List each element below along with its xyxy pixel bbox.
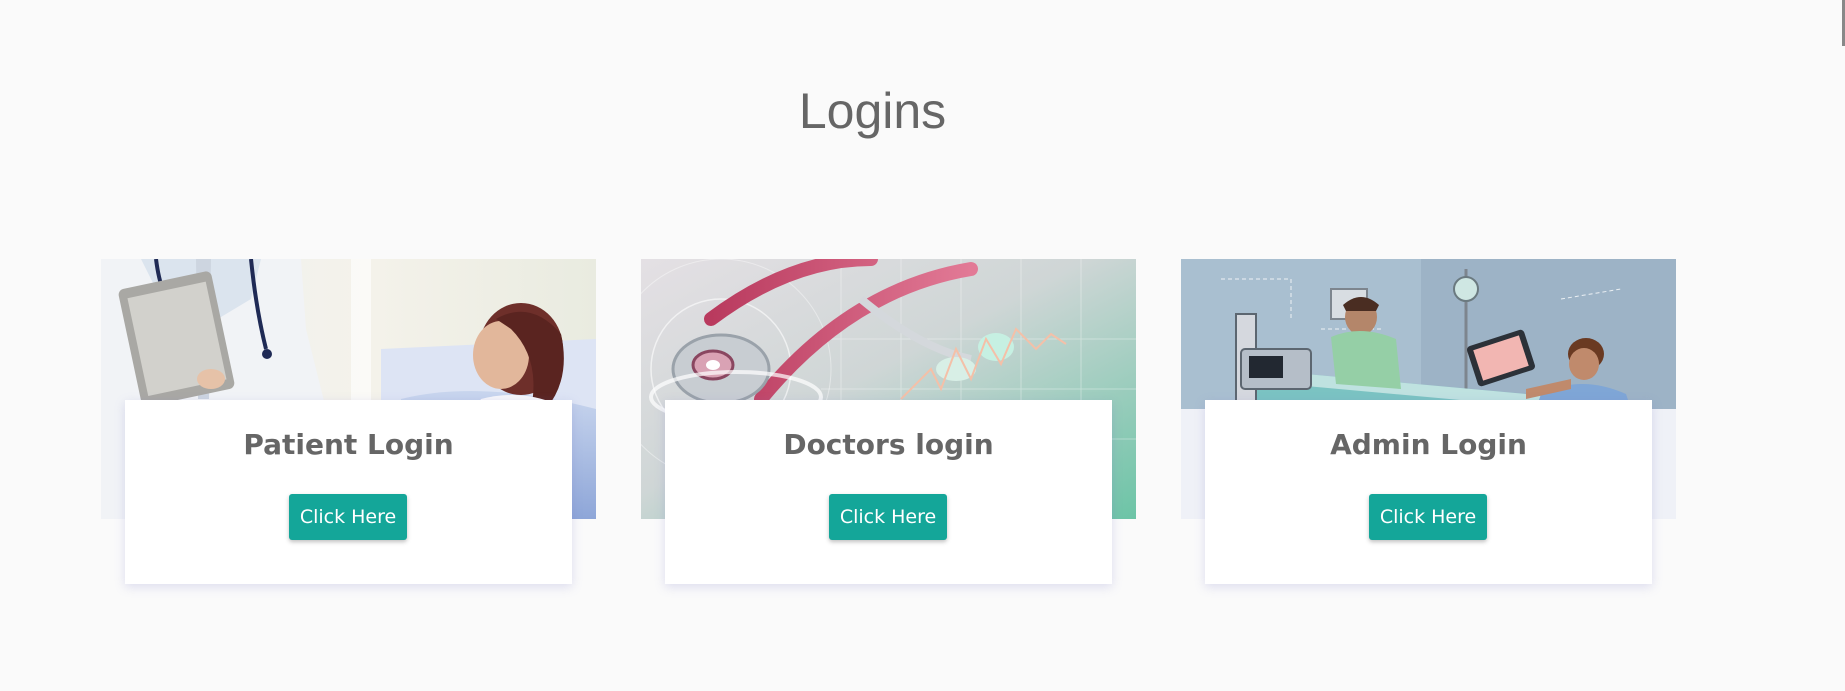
card-title: Patient Login: [243, 428, 454, 461]
card-title: Admin Login: [1330, 428, 1527, 461]
card-title: Doctors login: [783, 428, 994, 461]
patient-login-button[interactable]: Click Here: [289, 494, 407, 540]
patient-login-card: Patient Login Click Here: [101, 259, 596, 584]
doctors-login-button[interactable]: Click Here: [829, 494, 947, 540]
doctors-login-card: Doctors login Click Here: [641, 259, 1136, 584]
page-title: Logins: [798, 83, 947, 139]
patient-login-panel: Patient Login Click Here: [125, 400, 572, 584]
admin-login-panel: Admin Login Click Here: [1205, 400, 1652, 584]
admin-login-button[interactable]: Click Here: [1369, 494, 1487, 540]
doctors-login-panel: Doctors login Click Here: [665, 400, 1112, 584]
admin-login-card: Admin Login Click Here: [1181, 259, 1676, 584]
